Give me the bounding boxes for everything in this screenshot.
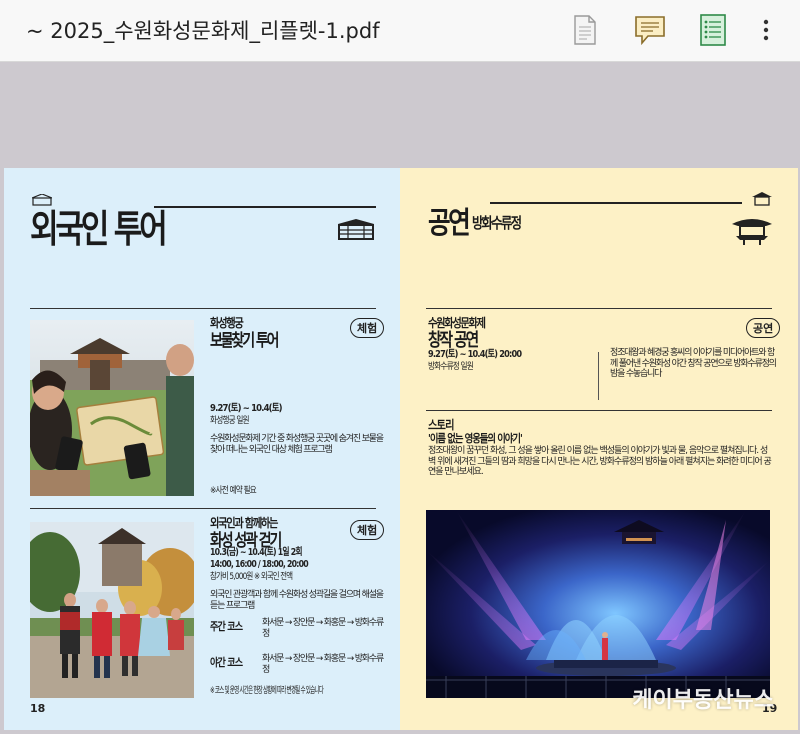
right-heading-sub: 방화수류정 xyxy=(472,214,522,232)
fortress-wall-icon xyxy=(338,219,374,240)
experience-tag: 체험 xyxy=(350,318,385,338)
s1-note: ※사전 예약 필요 xyxy=(210,486,257,496)
s1-title-main: 보물찾기 투어 xyxy=(210,331,280,351)
toolbar: ~ 2025_수원화성문화제_리플렛-1.pdf xyxy=(0,0,800,62)
walking-tour-photo xyxy=(30,522,194,698)
s2-note: ※ 코스 및 운영 시간은 현장 상황에 따라 변경될 수 있습니다 xyxy=(210,686,324,696)
heading-rule xyxy=(154,206,376,208)
night-performance-photo xyxy=(426,510,770,698)
document-title: ~ 2025_수원화성문화제_리플렛-1.pdf xyxy=(26,19,380,43)
outline-button[interactable] xyxy=(695,12,731,48)
s1-place: 화성행궁 일원 xyxy=(210,416,250,426)
page-view-button[interactable] xyxy=(567,12,603,48)
comment-icon xyxy=(635,16,665,45)
r1-date: 9.27(토) ~ 10.4(토) 20:00 xyxy=(428,349,522,360)
s1-description: 수원화성문화제 기간 중 화성행궁 곳곳에 숨겨진 보물을 찾아 떠나는 외국인… xyxy=(210,434,384,455)
watermark-text: 케이부동산뉴스 xyxy=(632,688,774,713)
s2-route2: 화서문 → 장안문 → 화홍문 → 방화수류정 xyxy=(262,654,384,675)
r1-place: 방화수류정 일원 xyxy=(428,362,474,372)
s2-route1: 화서문 → 장안문 → 화홍문 → 방화수류정 xyxy=(262,618,384,639)
page-icon xyxy=(574,15,596,45)
story-rule xyxy=(426,410,772,411)
right-heading: 공연 xyxy=(428,206,471,241)
section-rule-2 xyxy=(30,508,376,509)
story-headline: '이름 없는 영웅들의 이야기' xyxy=(428,432,523,445)
s2-route1-label: 주간 코스 xyxy=(210,620,243,633)
r1-description: 정조대왕과 혜경궁 홍씨의 이야기를 미디어아트와 함께 풀어낸 수원화성 야간… xyxy=(610,348,777,379)
pavilion-icon xyxy=(732,219,772,245)
right-page: 공연 방화수류정 수원화성문화제 창작 공연 공연 9.27(토) ~ 10.4… xyxy=(400,168,798,730)
pdf-page-spread[interactable]: 외국인 투어 화성행궁 보물찾기 투어 체험 9.27(토) ~ 10.4(토)… xyxy=(4,168,798,730)
s2-route2-label: 야간 코스 xyxy=(210,656,243,669)
treasure-map-photo xyxy=(30,320,194,496)
experience-tag-2: 체험 xyxy=(350,520,385,540)
vertical-divider xyxy=(598,352,599,400)
outline-icon xyxy=(700,14,726,46)
story-body: 정조대왕이 꿈꾸던 화성, 그 성을 쌓아 올린 이름 없는 백성들의 이야기가… xyxy=(428,446,772,477)
performance-tag: 공연 xyxy=(746,318,781,338)
s2-date: 10.3(금) ~ 10.4(토) 1일 2회 xyxy=(210,547,303,558)
s2-description: 외국인 관광객과 함께 수원화성 성곽길을 걸으며 해설을 듣는 프로그램 xyxy=(210,590,384,611)
section-rule xyxy=(30,308,376,309)
more-options-button[interactable] xyxy=(748,12,784,48)
comment-button[interactable] xyxy=(632,12,668,48)
pavilion-icon-small xyxy=(752,192,772,206)
left-page: 외국인 투어 화성행궁 보물찾기 투어 체험 9.27(토) ~ 10.4(토)… xyxy=(4,168,400,730)
left-page-number: 18 xyxy=(30,702,46,715)
s1-date: 9.27(토) ~ 10.4(토) xyxy=(210,403,283,414)
left-heading: 외국인 투어 xyxy=(30,207,168,251)
s2-times: 14:00, 16:00 / 18:00, 20:00 xyxy=(210,559,309,570)
s2-fee: 참가비 5,000원 ※ 외국인 전액 xyxy=(210,572,293,582)
right-heading-rule xyxy=(490,202,742,204)
right-section-rule xyxy=(426,308,772,309)
more-icon xyxy=(763,19,769,41)
